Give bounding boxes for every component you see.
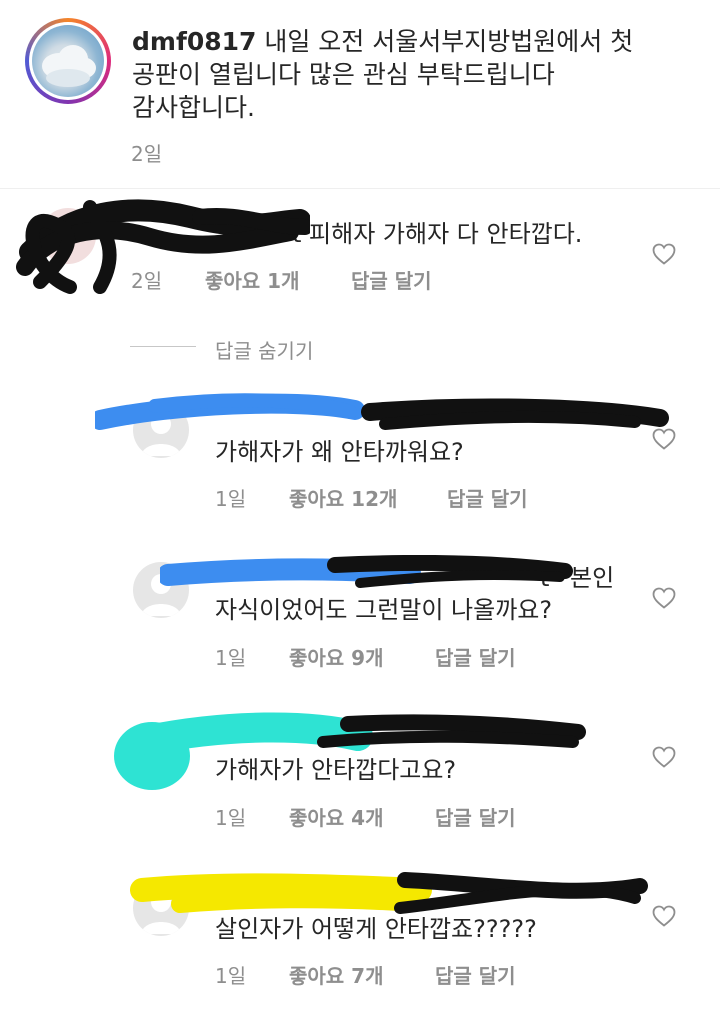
post-timestamp: 2일 <box>131 142 163 166</box>
reply-reply-button[interactable]: 답글 달기 <box>435 642 516 671</box>
heart-icon[interactable] <box>652 243 676 265</box>
reply-reply-button[interactable]: 답글 달기 <box>435 802 516 831</box>
reply-meta: 1일 좋아요 12개 답글 달기 <box>215 483 575 512</box>
reply-time: 1일 <box>215 487 247 511</box>
reply-like-count[interactable]: 좋아요 12개 <box>289 483 397 512</box>
reply-text: 가해자가 안타깝다고요? <box>215 756 457 784</box>
hide-replies-line <box>130 346 196 347</box>
comment-text: t 피해자 가해자 다 안타깝다. <box>292 220 583 248</box>
profile-photo-clouds <box>32 25 104 97</box>
caption-line-3: 감사합니다. <box>132 93 255 122</box>
post-caption: dmf0817 내일 오전 서울서부지방법원에서 첫 공판이 열립니다 많은 관… <box>132 25 692 124</box>
reply-time: 1일 <box>215 806 247 830</box>
reply-text: 살인자가 어떻게 안타깝죠????? <box>215 915 537 943</box>
reply-meta: 1일 좋아요 7개 답글 달기 <box>215 960 575 989</box>
reply-time: 1일 <box>215 964 247 988</box>
post-author-avatar[interactable] <box>25 18 111 104</box>
heart-icon[interactable] <box>652 428 676 450</box>
post-username[interactable]: dmf0817 <box>132 27 256 56</box>
reply-like-count[interactable]: 좋아요 9개 <box>289 642 383 671</box>
heart-icon[interactable] <box>652 905 676 927</box>
hide-replies-button[interactable]: 답글 숨기기 <box>215 335 313 364</box>
redaction-scribble <box>95 393 669 430</box>
reply-meta: 1일 좋아요 4개 답글 달기 <box>215 802 575 831</box>
comment-like-count[interactable]: 좋아요 1개 <box>205 265 299 294</box>
reply-reply-button[interactable]: 답글 달기 <box>447 483 528 512</box>
heart-icon[interactable] <box>652 746 676 768</box>
redaction-scribble <box>160 555 573 588</box>
reply-like-count[interactable]: 좋아요 4개 <box>289 802 383 831</box>
comment-reply-button[interactable]: 답글 달기 <box>351 265 432 294</box>
reply-time: 1일 <box>215 646 247 670</box>
comment-meta: 2일 좋아요 1개 답글 달기 <box>131 265 491 294</box>
reply-text-line-2: 자식이었어도 그런말이 나올까요? <box>215 596 553 624</box>
reply-text: 가해자가 왜 안타까워요? <box>215 438 464 466</box>
heart-icon[interactable] <box>652 587 676 609</box>
reply-meta: 1일 좋아요 9개 답글 달기 <box>215 642 575 671</box>
comment-time: 2일 <box>131 269 163 293</box>
reply-reply-button[interactable]: 답글 달기 <box>435 960 516 989</box>
reply-like-count[interactable]: 좋아요 7개 <box>289 960 383 989</box>
caption-line-1: 내일 오전 서울서부지방법원에서 첫 <box>264 27 634 56</box>
section-divider <box>0 188 720 189</box>
caption-line-2: 공판이 열립니다 많은 관심 부탁드립니다 <box>132 60 555 89</box>
